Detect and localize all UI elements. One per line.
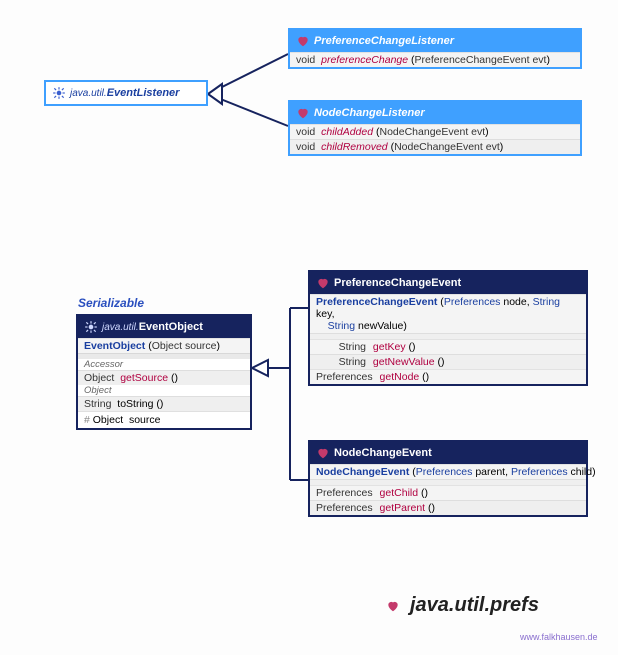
param-name: parent <box>475 466 505 478</box>
field-row: # Object source <box>78 411 250 428</box>
return-type: Preferences <box>316 371 377 383</box>
class-header: NodeChangeListener <box>290 102 580 124</box>
class-box-preference-change-event: PreferenceChangeEvent PreferenceChangeEv… <box>308 270 588 386</box>
method-name[interactable]: getSource <box>120 372 168 384</box>
heart-icon <box>296 34 310 48</box>
return-type: Object <box>84 372 114 384</box>
param-name: key <box>316 308 332 320</box>
method-row: String getKey () <box>310 339 586 354</box>
class-header: java.util.EventObject <box>78 316 250 338</box>
class-box-event-listener: java.util.EventListener <box>44 80 208 106</box>
credit-link[interactable]: www.falkhausen.de <box>520 632 598 642</box>
method-row: Object getSource () <box>78 370 250 385</box>
param-name: node <box>503 296 526 308</box>
method-row: void childRemoved (NodeChangeEvent evt) <box>290 139 580 154</box>
method-row: void childAdded (NodeChangeEvent evt) <box>290 124 580 139</box>
param-type: Preferences <box>511 466 568 478</box>
method-row: Preferences getNode () <box>310 369 586 384</box>
method-name[interactable]: preferenceChange <box>321 54 408 66</box>
class-header: PreferenceChangeListener <box>290 30 580 52</box>
return-type: Preferences <box>316 502 377 514</box>
section-label-object: Object <box>78 385 250 396</box>
method-row: void preferenceChange (PreferenceChangeE… <box>290 52 580 67</box>
method-name[interactable]: toString <box>117 398 153 410</box>
method-name[interactable]: childAdded <box>321 126 373 138</box>
constructor-row: PreferenceChangeEvent (Preferences node,… <box>310 294 586 333</box>
param-name: evt <box>471 126 485 138</box>
return-type: String <box>316 356 370 368</box>
class-box-node-change-event: NodeChangeEvent NodeChangeEvent (Prefere… <box>308 440 588 517</box>
method-name[interactable]: getKey <box>373 341 406 353</box>
return-type: String <box>84 398 111 410</box>
method-row: Preferences getChild () <box>310 485 586 500</box>
class-name: NodeChangeListener <box>314 107 425 119</box>
return-type: String <box>316 341 370 353</box>
param-name: child <box>571 466 593 478</box>
section-label-accessor: Accessor <box>78 359 250 370</box>
method-name[interactable]: getNode <box>380 371 420 383</box>
class-box-preference-change-listener: PreferenceChangeListener void preference… <box>288 28 582 69</box>
class-name: EventListener <box>107 87 180 99</box>
constructor-row: NodeChangeEvent (Preferences parent, Pre… <box>310 464 586 479</box>
method-row: String toString () <box>78 396 250 411</box>
param-type: NodeChangeEvent <box>394 141 483 153</box>
method-name[interactable]: childRemoved <box>321 141 388 153</box>
param-type: NodeChangeEvent <box>380 126 469 138</box>
param-type: String <box>533 296 560 308</box>
return-type: Preferences <box>316 487 377 499</box>
heart-icon <box>316 276 330 290</box>
ctor-name[interactable]: PreferenceChangeEvent <box>316 296 437 308</box>
class-name: PreferenceChangeListener <box>314 35 454 47</box>
field-name: source <box>129 414 161 426</box>
gear-icon <box>52 86 66 100</box>
method-name[interactable]: getNewValue <box>373 356 435 368</box>
gear-icon <box>84 320 98 334</box>
method-name[interactable]: getChild <box>380 487 419 499</box>
param-type: Preferences <box>444 296 501 308</box>
visibility: # <box>84 414 90 426</box>
class-name: PreferenceChangeEvent <box>334 277 461 289</box>
return-type: void <box>296 126 315 138</box>
param-type: PreferenceChangeEvent <box>415 54 530 66</box>
heart-icon <box>382 595 404 617</box>
param-type: Preferences <box>416 466 473 478</box>
class-box-node-change-listener: NodeChangeListener void childAdded (Node… <box>288 100 582 156</box>
return-type: void <box>296 141 315 153</box>
class-header: NodeChangeEvent <box>310 442 586 464</box>
pkg-prefix: java.util. <box>70 88 107 99</box>
method-row: String getNewValue () <box>310 354 586 369</box>
param-type: String <box>328 320 355 332</box>
class-box-event-object: java.util.EventObject EventObject (Objec… <box>76 314 252 430</box>
param-name: evt <box>532 54 546 66</box>
ctor-name[interactable]: EventObject <box>84 340 145 352</box>
param-name: evt <box>486 141 500 153</box>
param-name: newValue <box>358 320 403 332</box>
constructor-row: EventObject (Object source) <box>78 338 250 353</box>
class-name: NodeChangeEvent <box>334 447 432 459</box>
ctor-name[interactable]: NodeChangeEvent <box>316 466 409 478</box>
pkg-prefix: java.util. <box>102 322 139 333</box>
heart-icon <box>316 446 330 460</box>
field-type: Object <box>93 414 123 426</box>
param-name: source <box>185 340 217 352</box>
package-title-text: java.util.prefs <box>410 594 539 617</box>
class-header: PreferenceChangeEvent <box>310 272 586 294</box>
method-name[interactable]: getParent <box>380 502 426 514</box>
class-header-event-listener: java.util.EventListener <box>46 82 206 104</box>
heart-icon <box>296 106 310 120</box>
method-row: Preferences getParent () <box>310 500 586 515</box>
stereotype-serializable: Serializable <box>78 296 144 310</box>
param-type: Object <box>152 340 182 352</box>
return-type: void <box>296 54 315 66</box>
class-name: EventObject <box>139 321 203 333</box>
package-title: java.util.prefs <box>382 594 539 617</box>
